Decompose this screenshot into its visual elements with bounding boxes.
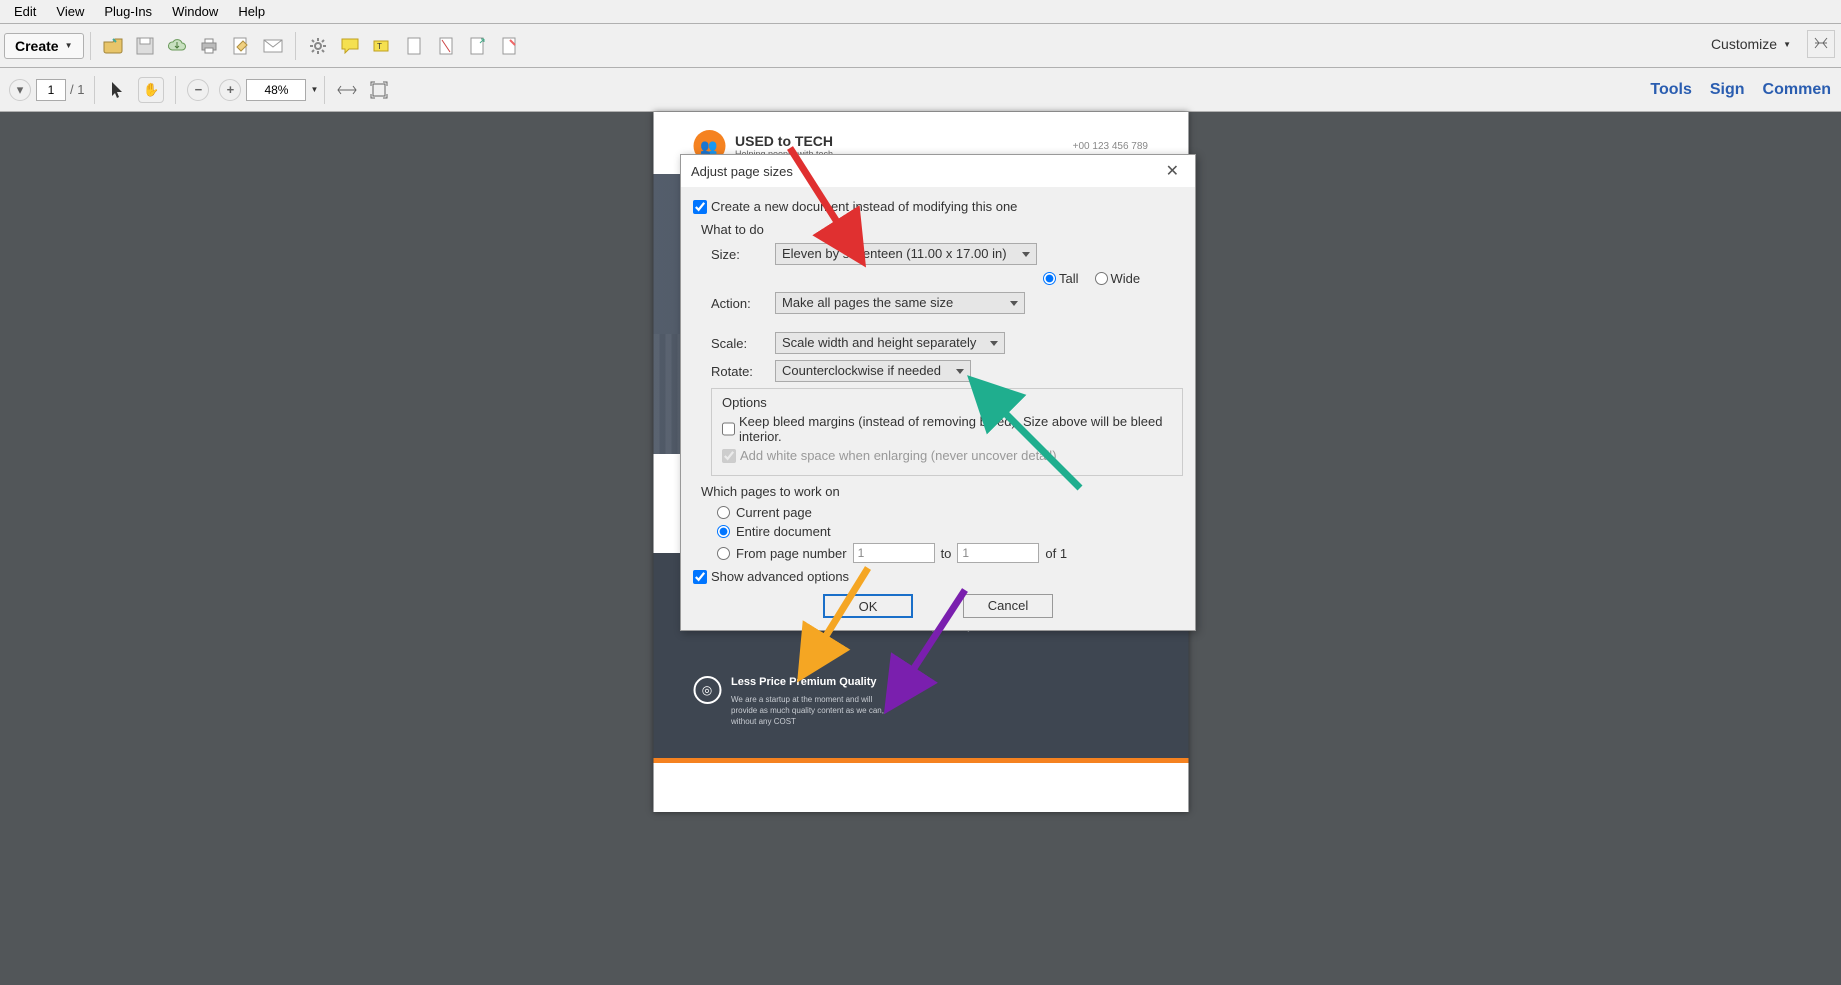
zoom-input[interactable] <box>246 79 306 101</box>
action-label: Action: <box>711 296 767 311</box>
svg-text:T: T <box>377 42 382 51</box>
of-label: of 1 <box>1045 546 1067 561</box>
toolbar-nav: ▾ / 1 ✋ − + ▼ Tools Sign Commen <box>0 68 1841 112</box>
menu-edit[interactable]: Edit <box>4 2 46 21</box>
phone-number: +00 123 456 789 <box>1073 141 1148 152</box>
current-page-radio[interactable]: Current page <box>717 505 1183 520</box>
cursor-icon[interactable] <box>106 79 128 101</box>
scale-label: Scale: <box>711 336 767 351</box>
edit-doc-icon[interactable] <box>230 35 252 57</box>
page-export-icon[interactable] <box>467 35 489 57</box>
wide-radio[interactable]: Wide <box>1095 271 1141 286</box>
zoom-in-icon[interactable]: + <box>219 79 241 101</box>
sign-link[interactable]: Sign <box>1710 81 1745 99</box>
separator <box>324 76 325 104</box>
menu-help[interactable]: Help <box>228 2 275 21</box>
separator <box>90 32 91 60</box>
right-panel-links: Tools Sign Commen <box>1650 81 1831 99</box>
to-page-input[interactable] <box>957 543 1039 563</box>
page-number-input[interactable] <box>36 79 66 101</box>
separator <box>175 76 176 104</box>
gear-icon[interactable] <box>307 35 329 57</box>
brand-name: USED to TECH <box>735 133 833 149</box>
fit-width-icon[interactable] <box>336 79 358 101</box>
create-button[interactable]: Create▼ <box>4 33 84 59</box>
dialog-title-text: Adjust page sizes <box>691 164 793 179</box>
cancel-button[interactable]: Cancel <box>963 594 1053 618</box>
page-add-icon[interactable] <box>403 35 425 57</box>
separator <box>295 32 296 60</box>
print-icon[interactable] <box>198 35 220 57</box>
fit-page-icon[interactable] <box>368 79 390 101</box>
highlight-icon[interactable]: T <box>371 35 393 57</box>
menu-view[interactable]: View <box>46 2 94 21</box>
keep-bleed-checkbox[interactable]: Keep bleed margins (instead of removing … <box>722 414 1172 444</box>
tall-radio[interactable]: Tall <box>1043 271 1079 286</box>
to-label: to <box>941 546 952 561</box>
save-icon[interactable] <box>134 35 156 57</box>
page-total: / 1 <box>70 82 84 97</box>
mail-icon[interactable] <box>262 35 284 57</box>
tools-link[interactable]: Tools <box>1650 81 1691 99</box>
close-icon[interactable]: ✕ <box>1160 161 1185 181</box>
dialog-titlebar: Adjust page sizes ✕ <box>681 155 1195 187</box>
feature-text: We are a startup at the moment and will … <box>731 694 893 728</box>
target-icon: ◎ <box>693 676 721 704</box>
toolbar-main: Create▼ T Customize▼ <box>0 24 1841 68</box>
hand-icon[interactable]: ✋ <box>138 77 164 103</box>
from-page-input[interactable] <box>853 543 935 563</box>
rotate-label: Rotate: <box>711 364 767 379</box>
expand-icon[interactable] <box>1807 30 1835 58</box>
comment-link[interactable]: Commen <box>1763 81 1831 99</box>
show-advanced-checkbox[interactable]: Show advanced options <box>693 569 1183 584</box>
rotate-select[interactable]: Counterclockwise if needed <box>775 360 971 382</box>
menubar: Edit View Plug-Ins Window Help <box>0 0 1841 24</box>
whitespace-checkbox: Add white space when enlarging (never un… <box>722 448 1172 463</box>
action-select[interactable]: Make all pages the same size <box>775 292 1025 314</box>
options-group: Options Keep bleed margins (instead of r… <box>711 388 1183 476</box>
what-to-do-label: What to do <box>701 222 1183 237</box>
page-edit-icon[interactable] <box>499 35 521 57</box>
from-page-radio[interactable]: From page number to of 1 <box>717 543 1183 563</box>
feature-heading: Less Price Premium Quality <box>731 676 893 688</box>
customize-button[interactable]: Customize▼ <box>1711 36 1791 52</box>
page-down-icon[interactable]: ▾ <box>9 79 31 101</box>
menu-plugins[interactable]: Plug-Ins <box>94 2 162 21</box>
create-new-checkbox[interactable]: Create a new document instead of modifyi… <box>693 199 1183 214</box>
entire-doc-radio[interactable]: Entire document <box>717 524 1183 539</box>
size-select[interactable]: Eleven by seventeen (11.00 x 17.00 in) <box>775 243 1037 265</box>
size-label: Size: <box>711 247 767 262</box>
which-pages-label: Which pages to work on <box>701 484 1183 499</box>
note-icon[interactable] <box>339 35 361 57</box>
page-remove-icon[interactable] <box>435 35 457 57</box>
scale-select[interactable]: Scale width and height separately <box>775 332 1005 354</box>
menu-window[interactable]: Window <box>162 2 228 21</box>
ok-button[interactable]: OK <box>823 594 913 618</box>
zoom-dropdown-icon[interactable]: ▼ <box>310 85 318 94</box>
adjust-page-sizes-dialog: Adjust page sizes ✕ Create a new documen… <box>680 154 1196 631</box>
cloud-icon[interactable] <box>166 35 188 57</box>
zoom-out-icon[interactable]: − <box>187 79 209 101</box>
open-icon[interactable] <box>102 35 124 57</box>
separator <box>94 76 95 104</box>
feature-price: ◎ Less Price Premium Quality We are a sta… <box>693 676 893 740</box>
options-label: Options <box>722 395 1172 410</box>
